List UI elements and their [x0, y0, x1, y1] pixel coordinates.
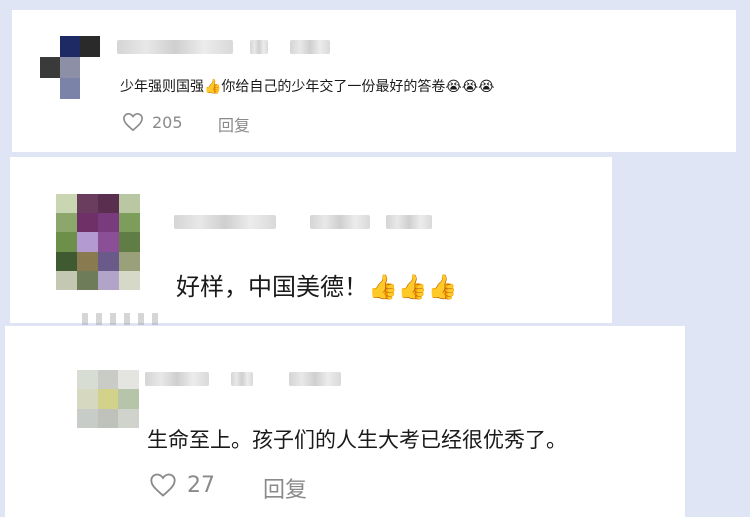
- reply-button[interactable]: 回复: [218, 112, 250, 136]
- comment-card-3: 生命至上。孩子们的人生大考已经很优秀了。 27 回复: [5, 326, 685, 517]
- user-meta-blurred: [290, 40, 330, 54]
- username-blurred[interactable]: [145, 372, 209, 386]
- heart-outline-icon: [123, 112, 143, 132]
- comment-text: 少年强则国强👍你给自己的少年交了一份最好的答卷😭😭😭: [120, 79, 495, 95]
- like-count: 205: [152, 112, 183, 132]
- like-button[interactable]: 205: [122, 112, 183, 132]
- comment-card-2: 好样，中国美德！👍👍👍: [10, 157, 612, 323]
- user-meta-blurred: [289, 372, 341, 386]
- hidden-meta-row: [82, 313, 162, 325]
- comment-text: 好样，中国美德！👍👍👍: [176, 273, 458, 301]
- heart-outline-icon: [150, 473, 176, 497]
- user-meta-blurred: [310, 215, 370, 229]
- username-blurred[interactable]: [117, 40, 233, 54]
- user-meta-blurred: [231, 372, 253, 386]
- avatar[interactable]: [40, 36, 100, 99]
- comment-text: 生命至上。孩子们的人生大考已经很优秀了。: [147, 428, 567, 452]
- avatar[interactable]: [56, 194, 140, 290]
- username-blurred[interactable]: [174, 215, 276, 229]
- user-meta-blurred: [386, 215, 432, 229]
- reply-button[interactable]: 回复: [263, 472, 307, 504]
- user-meta-blurred: [250, 40, 268, 54]
- comment-card-1: 少年强则国强👍你给自己的少年交了一份最好的答卷😭😭😭 205 回复: [12, 10, 736, 152]
- like-button[interactable]: 27: [149, 472, 215, 498]
- like-count: 27: [187, 472, 215, 498]
- avatar[interactable]: [77, 370, 139, 428]
